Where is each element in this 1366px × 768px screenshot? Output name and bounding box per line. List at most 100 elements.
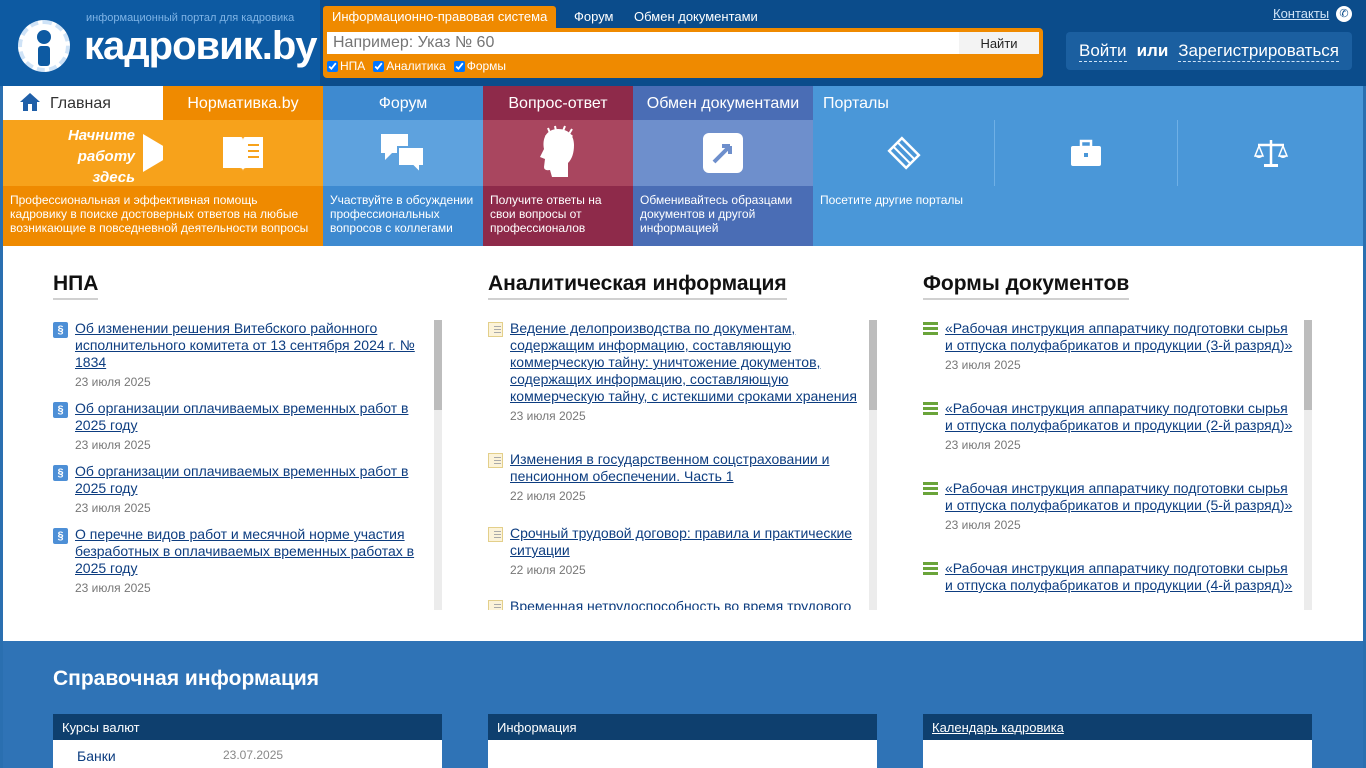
forms-item: «Рабочая инструкция аппаратчику подготов… [923, 480, 1295, 532]
forms-heading[interactable]: Формы документов [923, 272, 1130, 300]
npa-item: § Об изменении решения Витебского районно… [53, 320, 423, 389]
forms-item-date: 23 июля 2025 [945, 518, 1021, 532]
analytics-item-date: 23 июля 2025 [510, 409, 586, 423]
npa-item-link[interactable]: О перечне видов работ и месячной норме у… [53, 526, 423, 577]
briefcase-icon [1071, 139, 1101, 166]
abacus-icon [886, 136, 921, 170]
home-icon [19, 92, 41, 112]
search-button[interactable]: Найти [959, 32, 1039, 54]
nav-tab-portals[interactable]: Порталы [813, 86, 1363, 120]
npa-item-link[interactable]: Об организации оплачиваемых временных ра… [53, 400, 423, 434]
search-tab-exchange[interactable]: Обмен документами [625, 6, 767, 28]
npa-scrollbar[interactable] [434, 320, 442, 610]
analytics-scroll-thumb[interactable] [869, 320, 877, 410]
nav-tab-forum[interactable]: Форум [323, 86, 483, 120]
search-filters: НПА Аналитика Формы [327, 59, 506, 73]
npa-item-date: 23 июля 2025 [75, 581, 151, 595]
paragraph-icon: § [53, 402, 68, 418]
filter-forms-label: Формы [466, 59, 507, 73]
analytics-item-link[interactable]: Ведение делопроизводства по документам, … [488, 320, 860, 405]
forms-scrollbar[interactable] [1304, 320, 1312, 610]
npa-item: § О перечне видов работ и месячной норме … [53, 526, 423, 595]
nav-tab-normativka[interactable]: Нормативка.by [163, 86, 323, 120]
forms-item-link[interactable]: «Рабочая инструкция аппаратчику подготов… [923, 480, 1295, 514]
npa-item-link[interactable]: Об организации оплачиваемых временных ра… [53, 463, 423, 497]
paragraph-icon: § [53, 322, 68, 338]
forms-item-date: 23 июля 2025 [945, 358, 1021, 372]
nav-tab-exchange[interactable]: Обмен документами [633, 86, 813, 120]
calendar-box-title[interactable]: Календарь кадровика [923, 714, 1312, 740]
start-here-label: Начните работу здесь [67, 127, 135, 186]
nav-desc-portals: Посетите другие порталы [813, 186, 1363, 246]
document-icon [488, 453, 503, 468]
forms-item-date: 23 июля 2025 [945, 438, 1021, 452]
reference-section: Справочная информация Курсы валют 23.07.… [3, 641, 1363, 768]
forms-list: «Рабочая инструкция аппаратчику подготов… [923, 320, 1298, 610]
search-input[interactable] [327, 32, 959, 54]
filter-npa-label: НПА [340, 59, 366, 73]
brand-logo[interactable]: кадровик.by [84, 24, 318, 69]
forms-item-link[interactable]: «Рабочая инструкция аппаратчику подготов… [923, 400, 1295, 434]
nav-home[interactable]: Главная [3, 86, 163, 120]
info-box-title: Информация [488, 714, 877, 740]
exchange-icon [703, 133, 743, 173]
form-icon [923, 322, 938, 337]
banks-date: 23.07.2025 [223, 748, 284, 762]
analytics-item: Срочный трудовой договор: правила и прак… [488, 525, 860, 577]
start-here-tile[interactable]: Начните работу здесь [3, 120, 175, 186]
analytics-item-link[interactable]: Изменения в государственном соцстрахован… [488, 451, 860, 485]
nav-tab-qa[interactable]: Вопрос-ответ [483, 86, 633, 120]
nav-tile-forum[interactable] [323, 120, 483, 186]
analytics-item: Изменения в государственном соцстрахован… [488, 451, 860, 503]
forms-item: «Рабочая инструкция аппаратчику подготов… [923, 560, 1295, 594]
portal-tile-accounting[interactable] [813, 120, 995, 186]
nav-tile-exchange[interactable] [633, 120, 813, 186]
form-icon [923, 402, 938, 417]
forms-scroll-thumb[interactable] [1304, 320, 1312, 410]
analytics-scrollbar[interactable] [869, 320, 877, 610]
nav-tile-normativka[interactable] [163, 120, 323, 186]
filter-forms[interactable]: Формы [453, 59, 507, 73]
header: информационный портал для кадровика кадр… [0, 0, 1366, 86]
nav-home-label: Главная [50, 95, 111, 112]
portal-tile-law[interactable] [1178, 120, 1363, 186]
or-label: или [1136, 41, 1169, 60]
filter-npa-checkbox[interactable] [327, 60, 338, 72]
filter-forms-checkbox[interactable] [453, 60, 465, 72]
banks-label: Банки [77, 748, 116, 764]
info-box: Информация [488, 714, 877, 768]
search-tab-ips[interactable]: Информационно-правовая система [323, 6, 557, 28]
analytics-item-link[interactable]: Временная нетрудоспособность во время тр… [488, 598, 860, 610]
forms-item-link[interactable]: «Рабочая инструкция аппаратчику подготов… [923, 320, 1295, 354]
wise-head-icon [540, 125, 574, 177]
login-link[interactable]: Войти [1078, 41, 1127, 62]
npa-item: § Об организации оплачиваемых временных р… [53, 463, 423, 515]
filter-analytics[interactable]: Аналитика [373, 59, 446, 73]
contacts-link[interactable]: Контакты [1273, 6, 1329, 21]
npa-item-date: 23 июля 2025 [75, 438, 151, 452]
npa-list: § Об изменении решения Витебского районно… [53, 320, 433, 610]
logo-area[interactable]: информационный портал для кадровика кадр… [0, 0, 320, 86]
banks-row[interactable]: 23.07.2025 Банки [53, 740, 442, 768]
tagline: информационный портал для кадровика [86, 12, 295, 24]
npa-item-link[interactable]: Об изменении решения Витебского районног… [53, 320, 423, 371]
npa-item-date: 23 июля 2025 [75, 501, 151, 515]
npa-heading[interactable]: НПА [53, 272, 99, 300]
phone-icon[interactable]: ✆ [1336, 6, 1352, 22]
logo-gear-icon [18, 20, 70, 72]
portal-tile-business[interactable] [995, 120, 1178, 186]
forms-item: «Рабочая инструкция аппаратчику подготов… [923, 320, 1295, 372]
search-box: Информационно-правовая система Форум Обм… [323, 6, 1043, 78]
main-content: НПА § Об изменении решения Витебского рай… [3, 246, 1363, 641]
analytics-heading[interactable]: Аналитическая информация [488, 272, 787, 300]
filter-analytics-checkbox[interactable] [373, 60, 385, 72]
forms-item-link[interactable]: «Рабочая инструкция аппаратчику подготов… [923, 560, 1295, 594]
filter-analytics-label: Аналитика [386, 59, 446, 73]
npa-scroll-thumb[interactable] [434, 320, 442, 410]
search-tab-forum[interactable]: Форум [565, 6, 623, 28]
analytics-item: Ведение делопроизводства по документам, … [488, 320, 860, 423]
filter-npa[interactable]: НПА [327, 59, 365, 73]
analytics-item-link[interactable]: Срочный трудовой договор: правила и прак… [488, 525, 860, 559]
nav-tile-qa[interactable] [483, 120, 633, 186]
register-link[interactable]: Зарегистрироваться [1178, 41, 1340, 62]
